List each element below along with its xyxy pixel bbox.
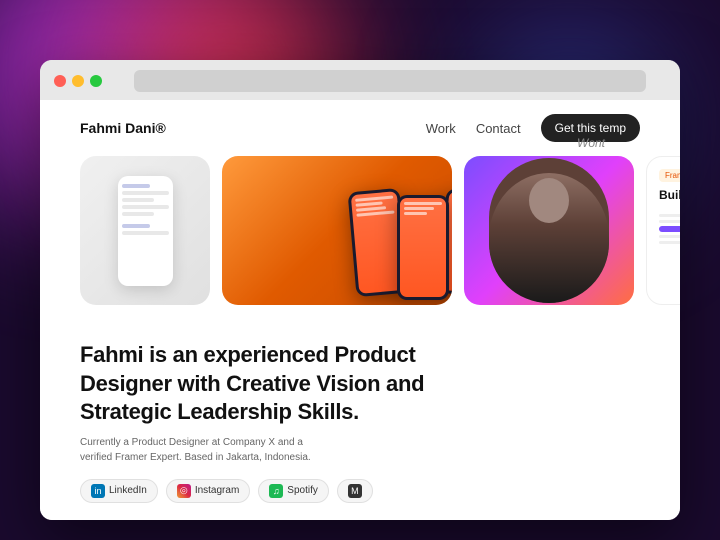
- screen-line-4: [122, 212, 155, 216]
- build-line-2: [659, 220, 680, 223]
- spotify-icon: ♫: [269, 484, 283, 498]
- linkedin-icon: in: [91, 484, 105, 498]
- build-line-1: [659, 214, 680, 217]
- address-bar[interactable]: [134, 70, 646, 92]
- website-content: Fahmi Dani® Work Contact Get this temp: [40, 100, 680, 520]
- hero-left: Fahmi is an experienced Product Designer…: [80, 341, 480, 503]
- minimize-button[interactable]: [72, 75, 84, 87]
- ol-1: [355, 196, 393, 202]
- screen-line-1: [122, 191, 169, 195]
- screen-line-accent: [122, 184, 150, 188]
- portrait-oval: [489, 158, 609, 303]
- nav-right: Work Contact Get this temp: [426, 114, 640, 142]
- portrait-head: [529, 178, 569, 223]
- build-line-4: [659, 241, 680, 244]
- browser-window: Fahmi Dani® Work Contact Get this temp: [40, 60, 680, 520]
- linkedin-badge[interactable]: in LinkedIn: [80, 479, 158, 503]
- build-lines: [659, 214, 680, 244]
- hero-section: Fahmi is an experienced Product Designer…: [40, 321, 680, 520]
- card-wireframe[interactable]: [80, 156, 210, 305]
- nav-work-link[interactable]: Work: [426, 121, 456, 136]
- portrait-figure: [489, 173, 609, 304]
- portfolio-cards: Framer Build: [40, 156, 680, 321]
- ol-4: [356, 210, 394, 216]
- wont-text: Wont: [577, 136, 605, 150]
- oc-2: [404, 207, 434, 210]
- phone-screen-center: [400, 198, 446, 297]
- instagram-label: Instagram: [195, 485, 239, 496]
- spotify-badge[interactable]: ♫ Spotify: [258, 479, 329, 503]
- build-title: Build: [659, 188, 680, 204]
- card-build[interactable]: Framer Build: [646, 156, 680, 305]
- screen-line-3: [122, 205, 169, 209]
- site-logo: Fahmi Dani®: [80, 120, 166, 136]
- instagram-icon: ◎: [177, 484, 191, 498]
- card-portrait[interactable]: [464, 156, 634, 305]
- mail-icon: M: [348, 484, 362, 498]
- phone-screen-content: [118, 176, 173, 246]
- fullscreen-button[interactable]: [90, 75, 102, 87]
- linkedin-label: LinkedIn: [109, 485, 147, 496]
- nav-contact-link[interactable]: Contact: [476, 121, 521, 136]
- spotify-label: Spotify: [287, 485, 318, 496]
- oc-1: [404, 202, 442, 205]
- build-line-accent: [659, 226, 680, 232]
- close-button[interactable]: [54, 75, 66, 87]
- traffic-lights: [54, 75, 102, 87]
- mail-badge[interactable]: M: [337, 479, 373, 503]
- screen-line-2: [122, 198, 155, 202]
- social-links: in LinkedIn ◎ Instagram ♫ Spotify M: [80, 479, 480, 503]
- phone-wireframe-mockup: [118, 176, 173, 286]
- browser-chrome: [40, 60, 680, 100]
- oc-3: [404, 212, 427, 215]
- screen-line-5: [122, 231, 169, 235]
- screen-line-accent-2: [122, 224, 150, 228]
- instagram-badge[interactable]: ◎ Instagram: [166, 479, 250, 503]
- build-badge: Framer: [659, 169, 680, 182]
- card-app-screens[interactable]: [222, 156, 452, 305]
- hero-title: Fahmi is an experienced Product Designer…: [80, 341, 480, 427]
- build-line-3: [659, 235, 680, 238]
- phone-center: [397, 195, 449, 300]
- hero-subtitle: Currently a Product Designer at Company …: [80, 435, 330, 465]
